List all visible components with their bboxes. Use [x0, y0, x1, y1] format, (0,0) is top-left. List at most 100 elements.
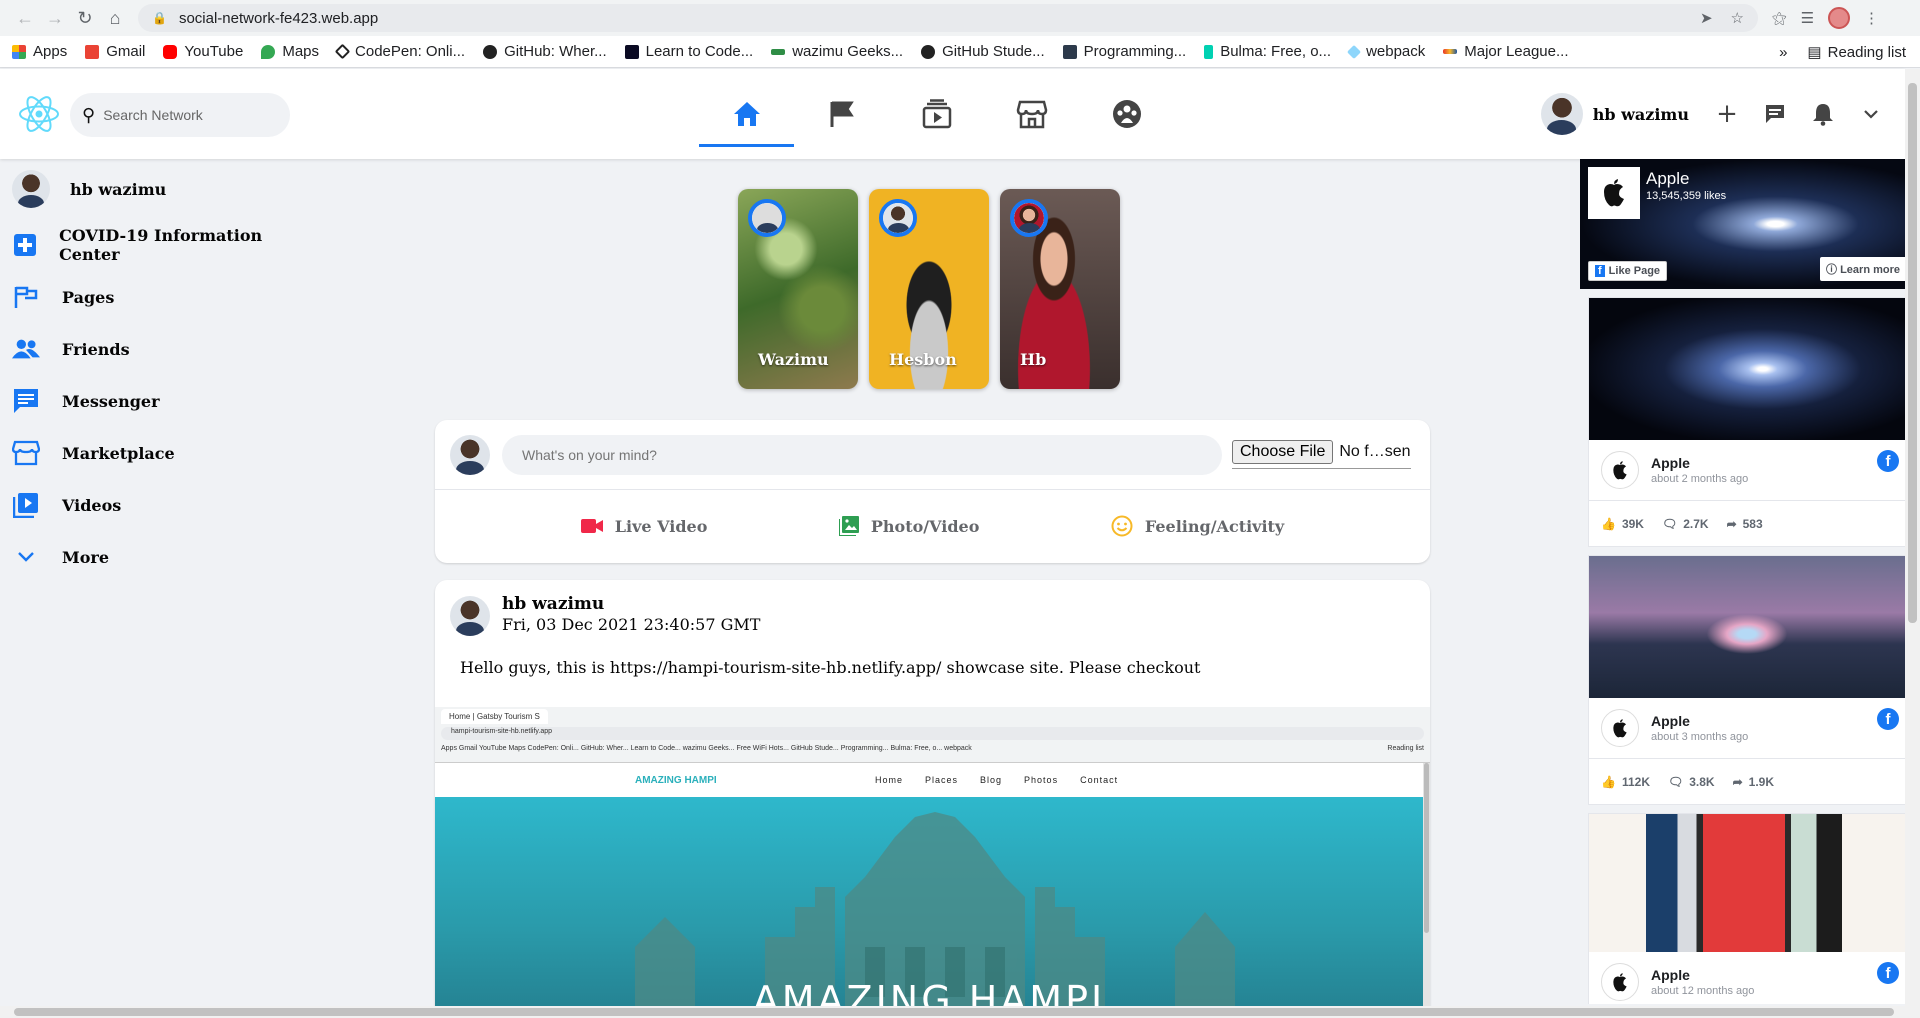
tab-groups[interactable] [1079, 69, 1174, 159]
sidebar-item-more[interactable]: More [0, 531, 300, 583]
back-arrow-icon[interactable]: ← [10, 3, 40, 33]
sidebar-item-marketplace[interactable]: Marketplace [0, 427, 300, 479]
facebook-icon[interactable]: f [1877, 708, 1899, 730]
sidebar-item-covid[interactable]: COVID-19 Information Center [0, 219, 300, 271]
learn-more-button[interactable]: ⓘ Learn more [1820, 257, 1906, 281]
scroll-thumb[interactable] [14, 1008, 1894, 1016]
bookmark-mlh[interactable]: Major League... [1443, 43, 1569, 60]
likes-count[interactable]: 👍 112K [1601, 775, 1650, 789]
reload-icon[interactable]: ↻ [70, 3, 100, 33]
bookmark-github[interactable]: GitHub: Wher... [483, 43, 607, 60]
apps-grid-icon [12, 44, 26, 59]
sidebar-item-videos[interactable]: Videos [0, 479, 300, 531]
header-user-name[interactable]: hb wazimu [1593, 105, 1689, 124]
page-post[interactable]: Apple about 2 months ago f 👍 39K 🗨 2.7K ➦ 5… [1588, 297, 1906, 547]
file-chooser[interactable]: Choose File No f…sen [1232, 440, 1411, 469]
facebook-icon[interactable]: f [1877, 962, 1899, 984]
page-name[interactable]: Apple [1646, 169, 1689, 189]
tab-home[interactable] [699, 69, 794, 159]
forward-arrow-icon[interactable]: → [40, 3, 70, 33]
apple-logo-icon[interactable] [1601, 709, 1639, 747]
feeling-activity-button[interactable]: Feeling/Activity [1111, 515, 1284, 537]
menu-kebab-icon[interactable]: ⋮ [1864, 9, 1879, 27]
bookmark-codepen[interactable]: CodePen: Onli... [334, 43, 465, 60]
like-page-button[interactable]: f Like Page [1588, 261, 1668, 281]
bookmark-youtube[interactable]: YouTube [163, 43, 243, 60]
apple-logo-icon[interactable] [1601, 963, 1639, 1001]
page-post[interactable]: Apple about 3 months ago f 👍 112K 🗨 3.8K ➦… [1588, 555, 1906, 805]
apple-logo-icon[interactable] [1601, 451, 1639, 489]
scroll-thumb[interactable] [1908, 83, 1917, 623]
post-time[interactable]: about 12 months ago [1651, 985, 1754, 997]
tab-marketplace[interactable] [984, 69, 1079, 159]
comments-count[interactable]: 🗨 2.7K [1662, 517, 1709, 531]
post-image-iphones[interactable] [1589, 814, 1905, 952]
address-url[interactable]: social-network-fe423.web.app [179, 10, 1682, 27]
post-time[interactable]: about 2 months ago [1651, 473, 1748, 485]
bookmark-webpack[interactable]: webpack [1346, 43, 1425, 60]
bookmark-bulma[interactable]: Bulma: Free, o... [1204, 43, 1331, 60]
reading-list-button[interactable]: ▤ Reading list [1807, 43, 1906, 62]
whats-on-your-mind-input[interactable] [502, 434, 1222, 475]
post-page-name[interactable]: Apple [1651, 713, 1748, 729]
bookmark-learn-to-code[interactable]: Learn to Code... [624, 43, 753, 60]
photo-video-button[interactable]: Photo/Video [838, 516, 979, 536]
bookmark-github-student[interactable]: GitHub Stude... [921, 43, 1045, 60]
react-logo-icon[interactable] [18, 93, 60, 135]
search-network-field[interactable]: ⚲ Search Network [70, 93, 290, 137]
watch-icon [922, 99, 951, 129]
post-image-hyperspace[interactable] [1589, 298, 1905, 440]
notifications-bell-icon[interactable] [1799, 90, 1847, 138]
extensions-icon[interactable]: ⚝ [1772, 10, 1787, 27]
post-page-name[interactable]: Apple [1651, 967, 1754, 983]
post-image[interactable]: Home | Gatsby Tourism S hampi-tourism-si… [435, 707, 1430, 1018]
shares-count[interactable]: ➦ 583 [1727, 517, 1763, 531]
sidebar-item-messenger[interactable]: Messenger [0, 375, 300, 427]
apple-logo-icon[interactable] [1588, 167, 1640, 219]
bookmark-geeks[interactable]: wazimu Geeks... [771, 43, 903, 60]
page-vertical-scrollbar[interactable] [1905, 69, 1920, 1006]
bookmark-gmail[interactable]: Gmail [85, 43, 145, 60]
comment-icon: 🗨 [1661, 516, 1678, 531]
bookmark-star-icon[interactable]: ☆ [1731, 9, 1744, 27]
sidebar-item-friends[interactable]: Friends [0, 323, 300, 375]
post-time[interactable]: about 3 months ago [1651, 731, 1748, 743]
bookmark-label: GitHub Stude... [942, 43, 1045, 60]
bookmark-programming[interactable]: Programming... [1062, 43, 1186, 60]
story-card[interactable]: Hb [1000, 189, 1120, 389]
profile-avatar[interactable] [1828, 7, 1851, 29]
bookmarks-overflow-chevron[interactable]: » [1779, 44, 1787, 61]
bookmark-maps[interactable]: Maps [261, 43, 319, 60]
header-avatar[interactable] [1540, 93, 1583, 135]
messenger-chat-icon[interactable] [1751, 90, 1799, 138]
shares-count[interactable]: ➦ 1.9K [1733, 775, 1774, 789]
post-page-name[interactable]: Apple [1651, 455, 1748, 471]
post-author[interactable]: hb wazimu [502, 594, 760, 614]
story-card[interactable]: Hesbon [869, 189, 989, 389]
page-post[interactable]: Apple about 12 months ago f [1588, 813, 1906, 1004]
address-bar[interactable]: 🔒 social-network-fe423.web.app ➤ ☆ [138, 4, 1758, 32]
tab-watch[interactable] [889, 69, 984, 159]
story-card[interactable]: Wazimu [738, 189, 858, 389]
live-video-button[interactable]: Live Video [580, 517, 707, 536]
tab-pages[interactable] [794, 69, 889, 159]
post-avatar[interactable] [450, 596, 490, 636]
facebook-icon[interactable]: f [1877, 450, 1899, 472]
sidebar-item-profile[interactable]: hb wazimu [0, 159, 300, 219]
choose-file-button[interactable]: Choose File [1232, 440, 1334, 464]
sidebar-item-label: Videos [62, 495, 122, 515]
likes-count[interactable]: 👍 39K [1601, 517, 1644, 531]
story-name: Hesbon [889, 350, 957, 369]
bookmark-apps[interactable]: Apps [12, 43, 67, 60]
send-icon[interactable]: ➤ [1700, 9, 1713, 27]
plus-icon[interactable]: + [1703, 90, 1751, 138]
bookmark-label: Major League... [1464, 43, 1569, 60]
post-image-apple-event[interactable] [1589, 556, 1905, 698]
home-browser-icon[interactable]: ⌂ [100, 3, 130, 33]
media-queue-icon[interactable]: ☰ [1801, 9, 1814, 27]
screenshot-nav-link: Contact [1080, 775, 1119, 785]
comments-count[interactable]: 🗨 3.8K [1668, 775, 1715, 789]
chevron-down-icon[interactable] [1847, 90, 1895, 138]
page-horizontal-scrollbar[interactable] [0, 1006, 1920, 1018]
sidebar-item-pages[interactable]: Pages [0, 271, 300, 323]
